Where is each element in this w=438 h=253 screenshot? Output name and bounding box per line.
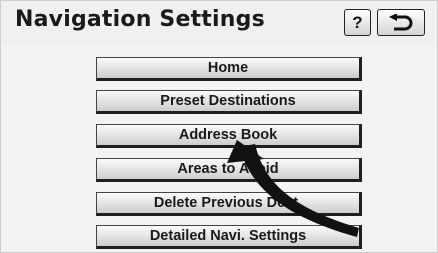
help-button[interactable]: ? bbox=[344, 9, 371, 36]
navigation-settings-screen: Navigation Settings ? Home Preset Destin… bbox=[0, 0, 438, 253]
home-button[interactable]: Home bbox=[96, 57, 362, 81]
help-label: ? bbox=[352, 12, 363, 32]
detailed-navi-settings-button-label: Detailed Navi. Settings bbox=[149, 228, 307, 244]
return-arrow-icon bbox=[389, 13, 413, 30]
address-book-button-label: Address Book bbox=[178, 127, 278, 143]
page-title: Navigation Settings bbox=[15, 7, 265, 32]
header-bar: Navigation Settings ? bbox=[1, 1, 437, 45]
preset-destinations-button-label: Preset Destinations bbox=[160, 93, 296, 109]
address-book-button[interactable]: Address Book bbox=[96, 124, 362, 148]
home-button-label: Home bbox=[207, 60, 249, 76]
detailed-navi-settings-button[interactable]: Detailed Navi. Settings bbox=[96, 225, 362, 249]
delete-previous-dest-button-label: Delete Previous Dest. bbox=[153, 195, 303, 211]
back-button[interactable] bbox=[377, 9, 425, 36]
areas-to-avoid-button-label: Areas to Avoid bbox=[177, 161, 279, 177]
delete-previous-dest-button[interactable]: Delete Previous Dest. bbox=[96, 192, 362, 216]
preset-destinations-button[interactable]: Preset Destinations bbox=[96, 90, 362, 114]
areas-to-avoid-button[interactable]: Areas to Avoid bbox=[96, 158, 362, 182]
